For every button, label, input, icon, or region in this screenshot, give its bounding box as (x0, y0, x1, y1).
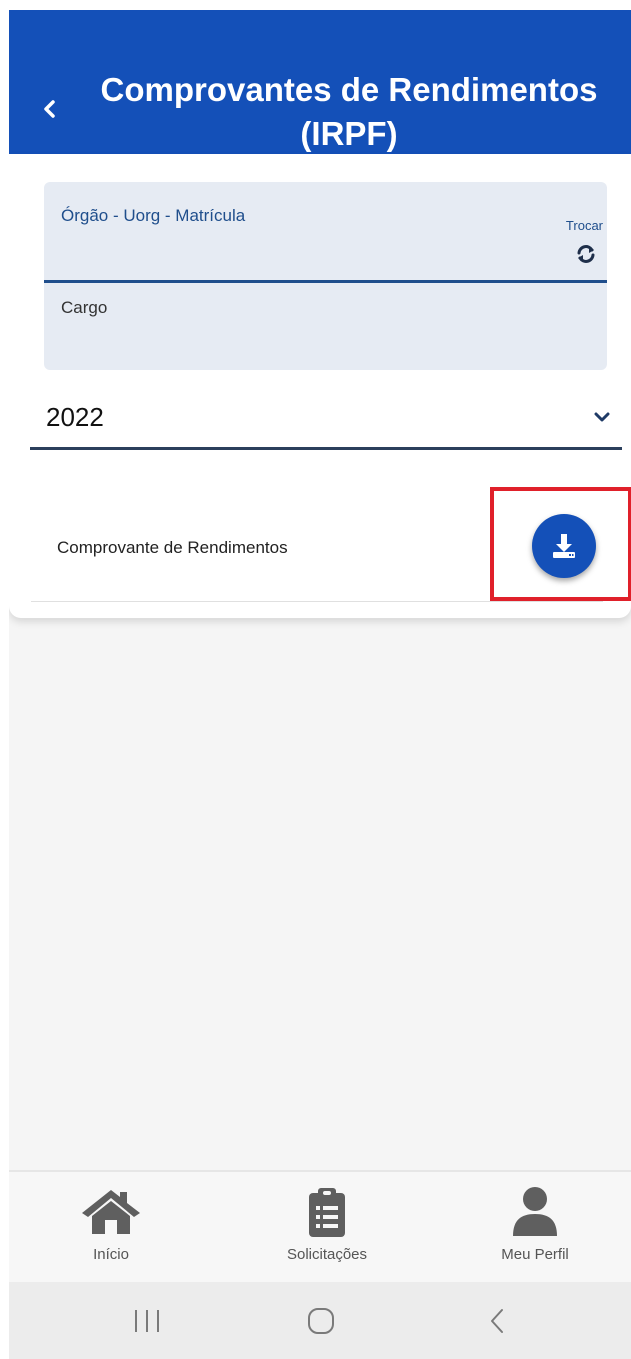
recent-apps-icon (135, 1310, 159, 1332)
nav-label-solicitacoes: Solicitações (286, 1246, 368, 1263)
trocar-label: Trocar (565, 218, 603, 233)
back-button[interactable] (33, 92, 67, 126)
bottom-navigation: Início Solicitações Meu Perfil (9, 1170, 631, 1282)
app-screen: Comprovantes de Rendimentos (IRPF) Órgão… (9, 10, 631, 1359)
system-home-button[interactable] (291, 1296, 351, 1346)
clipboard-list-icon (309, 1188, 345, 1237)
download-button[interactable] (532, 514, 596, 578)
home-circle-icon (308, 1308, 334, 1334)
year-select[interactable]: 2022 (30, 380, 622, 450)
user-icon (513, 1187, 557, 1236)
orgao-uorg-matricula-label: Órgão - Uorg - Matrícula (61, 206, 246, 225)
nav-label-inicio: Início (93, 1246, 129, 1263)
card-divider (44, 280, 607, 283)
download-icon (553, 534, 575, 558)
row-divider (31, 601, 603, 602)
nav-item-inicio[interactable]: Início (31, 1172, 191, 1282)
page-title-line-2: (IRPF) (300, 115, 398, 152)
comprovante-label: Comprovante de Rendimentos (57, 538, 288, 557)
home-icon (82, 1190, 140, 1234)
year-select-value: 2022 (46, 402, 104, 432)
page-title: Comprovantes de Rendimentos (IRPF) (69, 68, 629, 156)
chevron-down-icon (594, 412, 610, 422)
cargo-label: Cargo (61, 298, 108, 317)
system-back-button[interactable] (467, 1296, 527, 1346)
employment-info-card: Órgão - Uorg - Matrícula Trocar Cargo (44, 182, 607, 370)
nav-label-meu-perfil: Meu Perfil (501, 1246, 569, 1263)
recent-apps-button[interactable] (117, 1296, 177, 1346)
year-select-underline (30, 447, 622, 450)
page-title-line-1: Comprovantes de Rendimentos (100, 71, 598, 108)
nav-item-meu-perfil[interactable]: Meu Perfil (455, 1172, 615, 1282)
trocar-button[interactable]: Trocar (547, 218, 603, 274)
system-navigation-bar (9, 1282, 631, 1359)
nav-item-solicitacoes[interactable]: Solicitações (247, 1172, 407, 1282)
app-header: Comprovantes de Rendimentos (IRPF) (9, 10, 631, 154)
refresh-icon (577, 245, 595, 263)
back-icon (491, 1309, 503, 1333)
chevron-left-icon (44, 100, 55, 118)
